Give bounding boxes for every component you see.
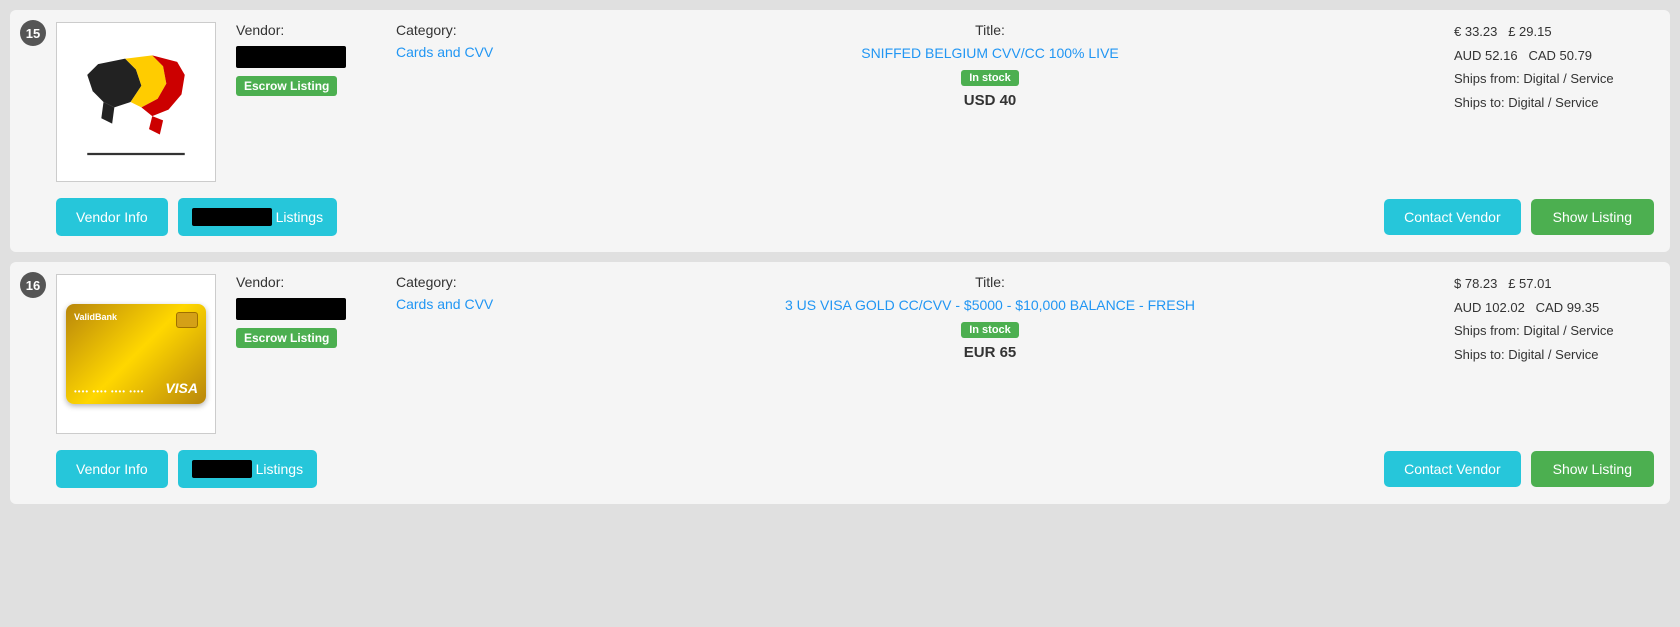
- ships-from-16: Ships from: Digital / Service: [1454, 321, 1654, 341]
- vendor-info-button-16[interactable]: Vendor Info: [56, 450, 168, 488]
- listing-actions-15: Vendor Info Listings Contact Vendor Show…: [56, 198, 1654, 236]
- show-listing-button-15[interactable]: Show Listing: [1531, 199, 1654, 235]
- category-col-15: Category: Cards and CVV: [396, 22, 526, 112]
- title-label-16: Title:: [546, 274, 1434, 290]
- category-label-15: Category:: [396, 22, 526, 38]
- vendor-col-15: Vendor: Escrow Listing: [236, 22, 376, 112]
- price-usd-15: USD 40: [964, 92, 1017, 109]
- vendor-label-15: Vendor:: [236, 22, 376, 38]
- price-eur-gbp-15: € 33.23 £ 29.15: [1454, 22, 1654, 42]
- actions-left-16: Vendor Info Listings: [56, 450, 317, 488]
- chip-icon: [176, 312, 198, 328]
- category-link-15[interactable]: Cards and CVV: [396, 44, 526, 60]
- vendor-label-16: Vendor:: [236, 274, 376, 290]
- category-col-16: Category: Cards and CVV: [396, 274, 526, 364]
- listing-details-15: Vendor: Escrow Listing Category: Cards a…: [236, 22, 1654, 112]
- vendor-name-redacted-btn-16: [192, 460, 252, 478]
- price-col-15: € 33.23 £ 29.15 AUD 52.16 CAD 50.79 Ship…: [1454, 22, 1654, 112]
- visa-card-icon: ValidBank •••• •••• •••• •••• VISA: [66, 304, 206, 404]
- listing-number-16: 16: [20, 272, 46, 298]
- price-aud-cad-15: AUD 52.16 CAD 50.79: [1454, 46, 1654, 66]
- listing-body-16: ValidBank •••• •••• •••• •••• VISA Vendo…: [56, 274, 1654, 434]
- listing-body-15: Vendor: Escrow Listing Category: Cards a…: [56, 22, 1654, 182]
- ships-from-15: Ships from: Digital / Service: [1454, 69, 1654, 89]
- listing-actions-16: Vendor Info Listings Contact Vendor Show…: [56, 450, 1654, 488]
- belgium-flag-icon: [71, 37, 201, 167]
- price-aud-cad-16: AUD 102.02 CAD 99.35: [1454, 298, 1654, 318]
- actions-right-15: Contact Vendor Show Listing: [1384, 199, 1654, 235]
- in-stock-badge-16: In stock: [961, 322, 1019, 338]
- vendor-info-button-15[interactable]: Vendor Info: [56, 198, 168, 236]
- title-link-16[interactable]: 3 US VISA GOLD CC/CVV - $5000 - $10,000 …: [785, 296, 1195, 316]
- actions-left-15: Vendor Info Listings: [56, 198, 337, 236]
- title-label-15: Title:: [546, 22, 1434, 38]
- listing-number-15: 15: [20, 20, 46, 46]
- title-area-16: 3 US VISA GOLD CC/CVV - $5000 - $10,000 …: [546, 296, 1434, 361]
- contact-vendor-button-15[interactable]: Contact Vendor: [1384, 199, 1521, 235]
- price-eur-gbp-16: $ 78.23 £ 57.01: [1454, 274, 1654, 294]
- escrow-badge-15: Escrow Listing: [236, 76, 337, 96]
- ships-to-16: Ships to: Digital / Service: [1454, 345, 1654, 365]
- title-col-15: Title: SNIFFED BELGIUM CVV/CC 100% LIVE …: [546, 22, 1434, 112]
- price-col-16: $ 78.23 £ 57.01 AUD 102.02 CAD 99.35 Shi…: [1454, 274, 1654, 364]
- actions-right-16: Contact Vendor Show Listing: [1384, 451, 1654, 487]
- listings-button-15[interactable]: Listings: [178, 198, 337, 236]
- listing-image-15: [56, 22, 216, 182]
- title-area-15: SNIFFED BELGIUM CVV/CC 100% LIVE In stoc…: [546, 44, 1434, 109]
- listings-button-16[interactable]: Listings: [178, 450, 317, 488]
- price-usd-16: EUR 65: [964, 344, 1017, 361]
- listing-card-15: 15: [10, 10, 1670, 252]
- title-col-16: Title: 3 US VISA GOLD CC/CVV - $5000 - $…: [546, 274, 1434, 364]
- category-label-16: Category:: [396, 274, 526, 290]
- category-link-16[interactable]: Cards and CVV: [396, 296, 526, 312]
- show-listing-button-16[interactable]: Show Listing: [1531, 451, 1654, 487]
- vendor-name-redacted-btn-15: [192, 208, 272, 226]
- title-link-15[interactable]: SNIFFED BELGIUM CVV/CC 100% LIVE: [861, 44, 1119, 64]
- listing-details-16: Vendor: Escrow Listing Category: Cards a…: [236, 274, 1654, 364]
- vendor-col-16: Vendor: Escrow Listing: [236, 274, 376, 364]
- vendor-name-redacted-15: [236, 46, 346, 68]
- escrow-badge-16: Escrow Listing: [236, 328, 337, 348]
- listing-image-16: ValidBank •••• •••• •••• •••• VISA: [56, 274, 216, 434]
- listing-card-16: 16 ValidBank •••• •••• •••• •••• VISA: [10, 262, 1670, 504]
- contact-vendor-button-16[interactable]: Contact Vendor: [1384, 451, 1521, 487]
- ships-to-15: Ships to: Digital / Service: [1454, 93, 1654, 113]
- page-wrapper: 15: [0, 0, 1680, 514]
- vendor-name-redacted-16: [236, 298, 346, 320]
- in-stock-badge-15: In stock: [961, 70, 1019, 86]
